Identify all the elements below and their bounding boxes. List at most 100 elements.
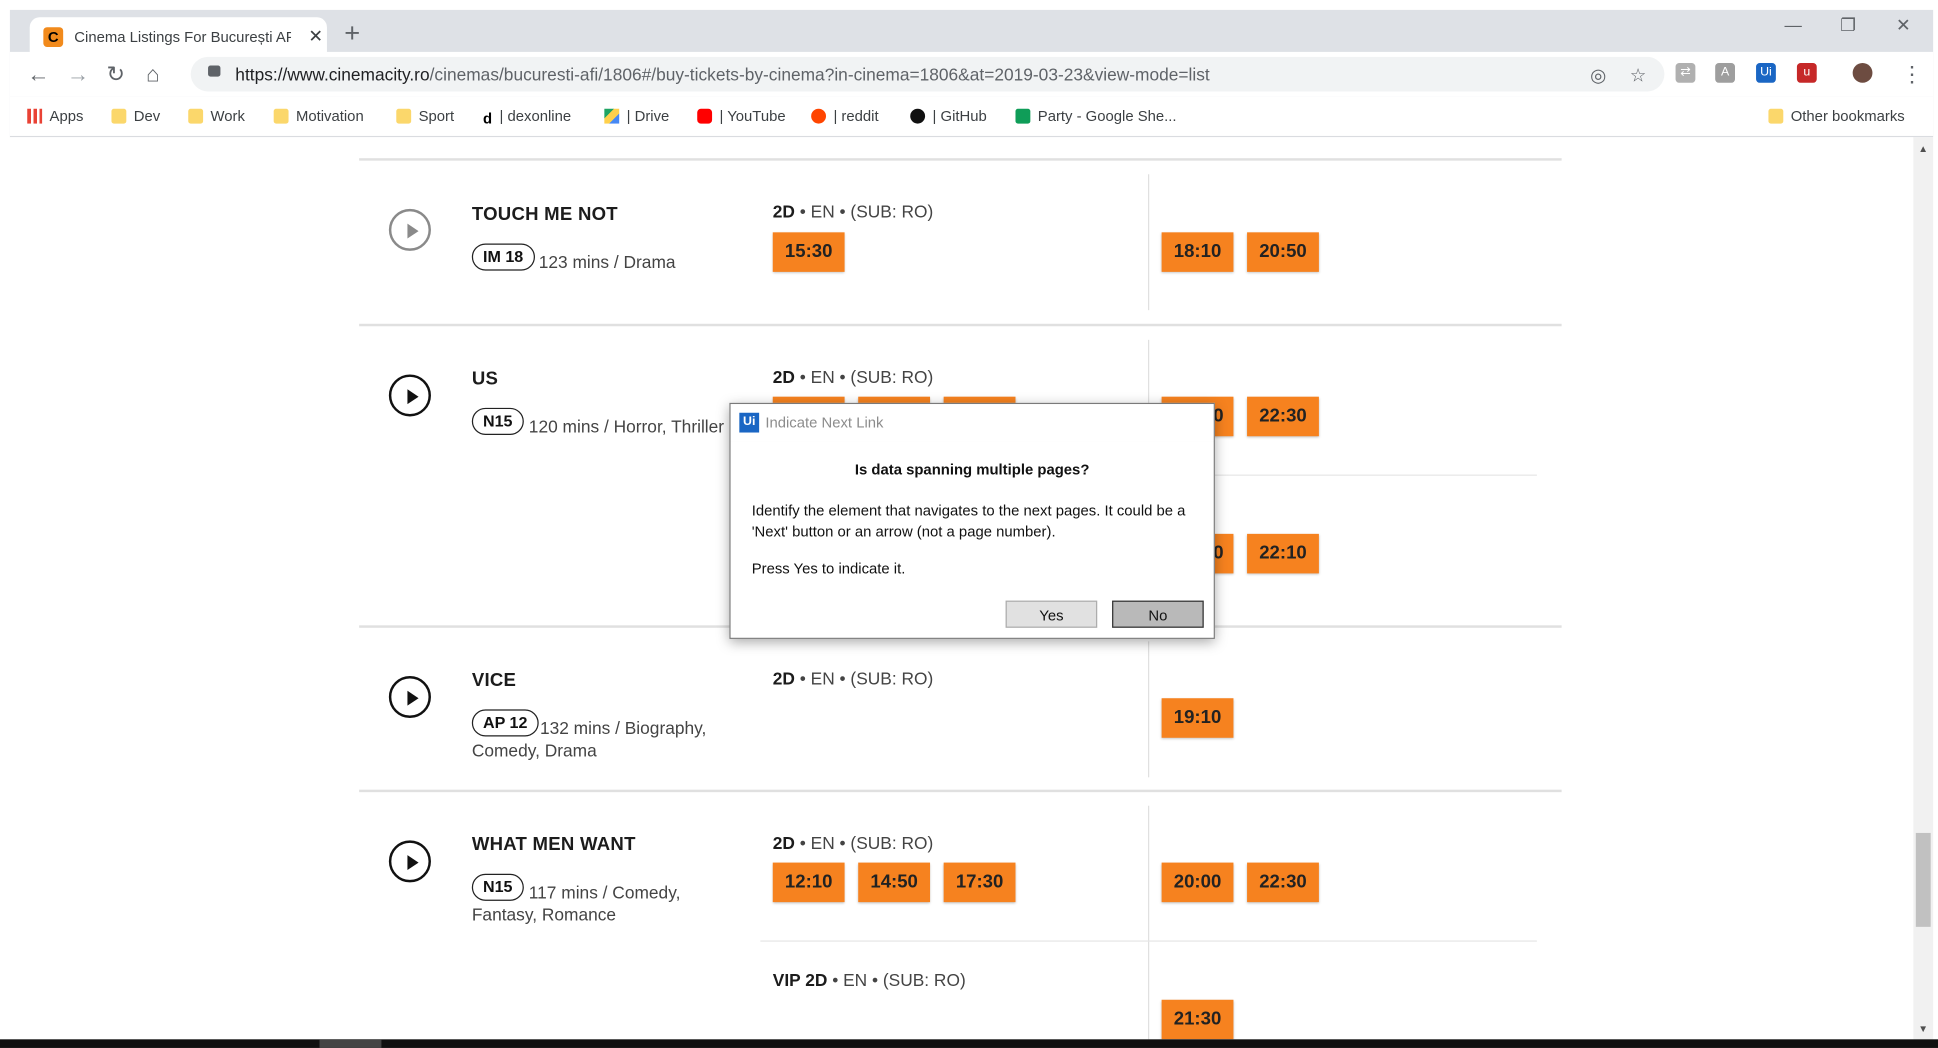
scroll-down-icon[interactable]: ▼ [1918,1023,1928,1034]
bookmark-other[interactable]: Other bookmarks [1768,108,1905,125]
movie-title[interactable]: US [472,368,498,389]
showtime-button[interactable]: 12:10 [772,862,845,903]
bookmark-dexonline[interactable]: d | dexonline [483,108,571,128]
movie-title[interactable]: VICE [472,670,516,691]
sheets-icon [1015,108,1031,124]
movie-title[interactable]: WHAT MEN WANT [472,834,636,855]
scrollbar-thumb[interactable] [1915,832,1931,927]
yes-button[interactable]: Yes [1005,600,1098,628]
play-icon [407,389,419,405]
indicate-next-link-dialog: Ui Indicate Next Link Is data spanning m… [729,402,1215,639]
github-icon [910,108,926,124]
trailer-play-button[interactable] [388,675,431,718]
showtime-button[interactable]: 15:30 [772,232,845,272]
bookmark-reddit[interactable]: | reddit [811,108,879,125]
row-divider [359,158,1562,161]
column-divider [1147,641,1150,778]
extension-icon[interactable]: ⇄ [1675,63,1696,83]
bookmark-star-icon[interactable]: ☆ [1630,64,1647,86]
lock-icon [208,65,221,77]
no-button[interactable]: No [1112,600,1204,628]
column-divider [1147,174,1150,311]
movie-meta: 123 mins / Drama [538,252,676,272]
profile-avatar[interactable] [1852,63,1873,83]
drive-icon [604,108,620,124]
new-tab-icon[interactable]: + [344,17,360,49]
taskbar [0,1039,1938,1048]
play-icon [407,855,419,871]
bookmark-drive[interactable]: | Drive [604,108,669,125]
bookmark-github[interactable]: | GitHub [910,108,987,125]
movie-meta: 132 mins / Biography, Comedy, Drama [471,717,707,761]
address-bar[interactable]: https://www.cinemacity.ro/cinemas/bucure… [190,56,1665,92]
scroll-up-icon[interactable]: ▲ [1918,143,1928,154]
url-text: https://www.cinemacity.ro/cinemas/bucure… [235,64,1210,85]
play-icon [407,690,419,706]
showtime-button[interactable]: 19:10 [1161,698,1234,738]
cinema-city-favicon-icon: C [43,27,64,47]
showtime-button[interactable]: 20:00 [1161,862,1234,903]
bookmark-youtube[interactable]: | YouTube [697,108,786,125]
forward-icon[interactable]: → [67,62,89,88]
bookmark-apps[interactable]: Apps [27,108,83,125]
browser-toolbar: ← → ↻ ⌂ https://www.cinemacity.ro/cinema… [9,51,1934,97]
showtime-button[interactable]: 22:30 [1247,396,1319,437]
minimize-icon[interactable]: — [1785,15,1802,35]
movie-title[interactable]: TOUCH ME NOT [472,204,618,225]
bookmark-party-sheet[interactable]: Party - Google She... [1015,108,1177,125]
screening-format: VIP 2D • EN • (SUB: RO) [772,970,966,990]
trailer-play-button[interactable] [388,374,431,417]
age-rating-badge: N15 [471,407,524,436]
column-divider [1147,805,1150,1040]
back-icon[interactable]: ← [27,62,49,88]
showtime-button[interactable]: 21:30 [1161,999,1234,1040]
bookmark-motivation[interactable]: Motivation [273,108,364,125]
taskbar-active-app[interactable] [319,1039,382,1048]
showtime-button[interactable]: 18:10 [1161,232,1234,272]
showtime-button[interactable]: 20:50 [1247,232,1319,272]
menu-icon[interactable]: ⋮ [1901,62,1923,88]
extension-icon[interactable]: A [1715,63,1735,83]
browser-window: C Cinema Listings For București AFI ✕ + … [9,9,1934,138]
trailer-play-button[interactable] [388,840,431,883]
dialog-message: Identify the element that navigates to t… [751,501,1186,541]
row-divider [359,323,1562,327]
folder-icon [396,108,412,124]
dialog-titlebar: Ui Indicate Next Link [730,404,1214,442]
youtube-icon [697,108,713,124]
tab-title: Cinema Listings For București AFI [74,28,292,46]
bookmark-sport[interactable]: Sport [396,108,454,125]
page-scrollbar[interactable]: ▲ ▼ [1913,137,1934,1040]
trailer-play-button[interactable] [388,208,431,251]
bookmark-dev[interactable]: Dev [111,108,160,125]
uipath-icon: Ui [739,412,760,433]
reddit-icon [811,108,827,124]
bookmark-work[interactable]: Work [188,108,245,125]
row-divider [359,789,1562,793]
uipath-extension-icon[interactable]: Ui [1756,63,1776,83]
screening-format: 2D • EN • (SUB: RO) [772,201,934,222]
restore-icon[interactable]: ❐ [1840,15,1856,36]
showtime-button[interactable]: 22:10 [1247,533,1319,574]
dialog-question: Is data spanning multiple pages? [854,460,1090,479]
location-icon[interactable]: ◎ [1590,64,1606,86]
close-window-icon[interactable]: ✕ [1896,15,1911,36]
screening-format: 2D • EN • (SUB: RO) [772,668,934,689]
home-icon[interactable]: ⌂ [146,62,159,88]
folder-icon [1768,108,1784,124]
bookmarks-bar: Apps Dev Work Motivation Sport d | dexonl… [9,96,1934,138]
apps-icon [27,108,43,124]
screen: C Cinema Listings For București AFI ✕ + … [0,0,1938,1048]
screening-format: 2D • EN • (SUB: RO) [772,832,934,853]
close-tab-icon[interactable]: ✕ [308,26,323,47]
folder-icon [111,108,127,124]
reload-icon[interactable]: ↻ [107,62,126,88]
screening-format: 2D • EN • (SUB: RO) [772,367,934,387]
showtime-button[interactable]: 14:50 [858,862,931,903]
folder-icon [188,108,204,124]
dialog-title: Indicate Next Link [765,413,884,432]
showtime-button[interactable]: 17:30 [943,862,1016,903]
ublock-extension-icon[interactable]: u [1796,63,1817,83]
play-icon [407,223,419,239]
showtime-button[interactable]: 22:30 [1247,862,1319,903]
